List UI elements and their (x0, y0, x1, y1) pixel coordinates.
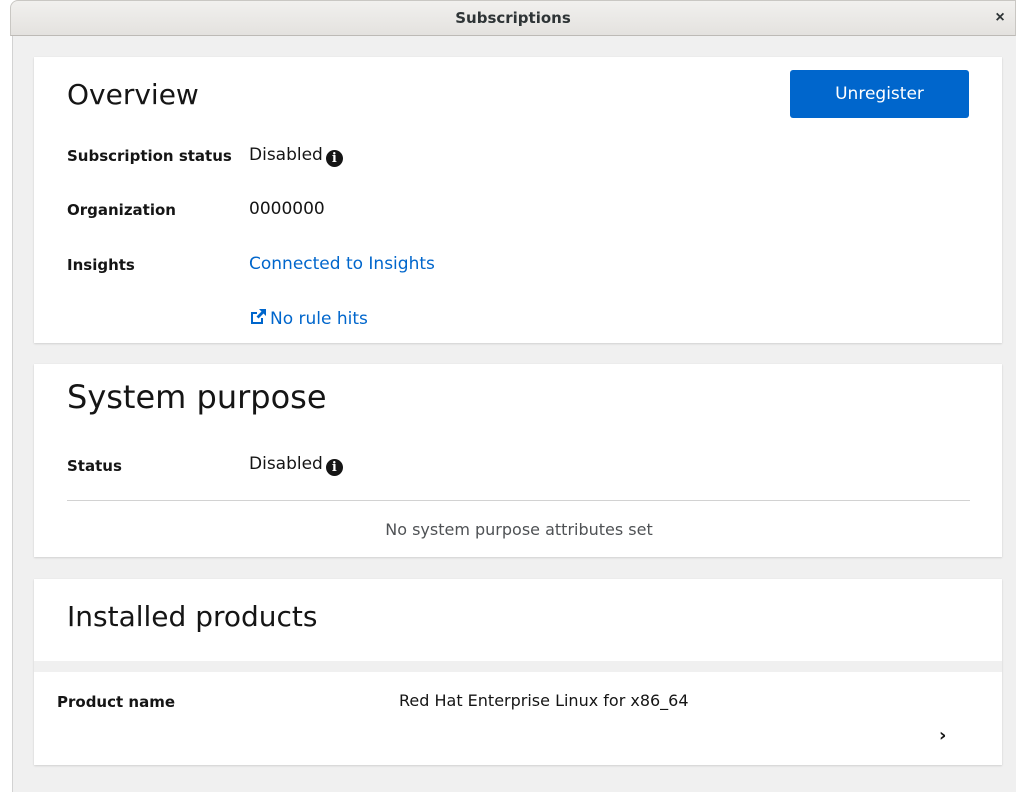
product-name-value: Red Hat Enterprise Linux for x86_64 (399, 691, 689, 710)
purpose-status-label: Status (67, 457, 122, 475)
purpose-status-value: Disabled i (249, 454, 343, 476)
no-rule-hits-text: No rule hits (270, 309, 368, 329)
no-rule-hits-link[interactable]: No rule hits (249, 308, 368, 329)
window-title: Subscriptions (455, 9, 571, 27)
insights-label: Insights (67, 256, 135, 274)
subscription-status-label: Subscription status (67, 147, 232, 165)
subscription-status-value: Disabled i (249, 145, 343, 167)
info-circle-icon[interactable]: i (325, 150, 343, 167)
title-bar[interactable]: Subscriptions × (10, 0, 1016, 36)
purpose-divider (67, 500, 970, 501)
no-attributes-message: No system purpose attributes set (385, 520, 653, 539)
subscriptions-window: Subscriptions × Overview Unregister Subs… (0, 0, 1016, 792)
installed-products-title: Installed products (67, 600, 318, 633)
organization-value: 0000000 (249, 199, 325, 219)
product-name-label: Product name (57, 693, 176, 711)
close-icon[interactable]: × (989, 1, 1011, 35)
info-circle-icon[interactable]: i (325, 459, 343, 476)
subscription-status-text: Disabled (249, 145, 323, 165)
organization-label: Organization (67, 201, 176, 219)
insights-link[interactable]: Connected to Insights (249, 254, 435, 274)
chevron-right-icon[interactable]: › (939, 725, 946, 746)
external-link-icon (251, 309, 266, 324)
unregister-button[interactable]: Unregister (790, 70, 969, 118)
purpose-status-text: Disabled (249, 454, 323, 474)
products-header-separator (34, 661, 1002, 672)
overview-title: Overview (67, 78, 199, 111)
system-purpose-title: System purpose (67, 378, 327, 416)
